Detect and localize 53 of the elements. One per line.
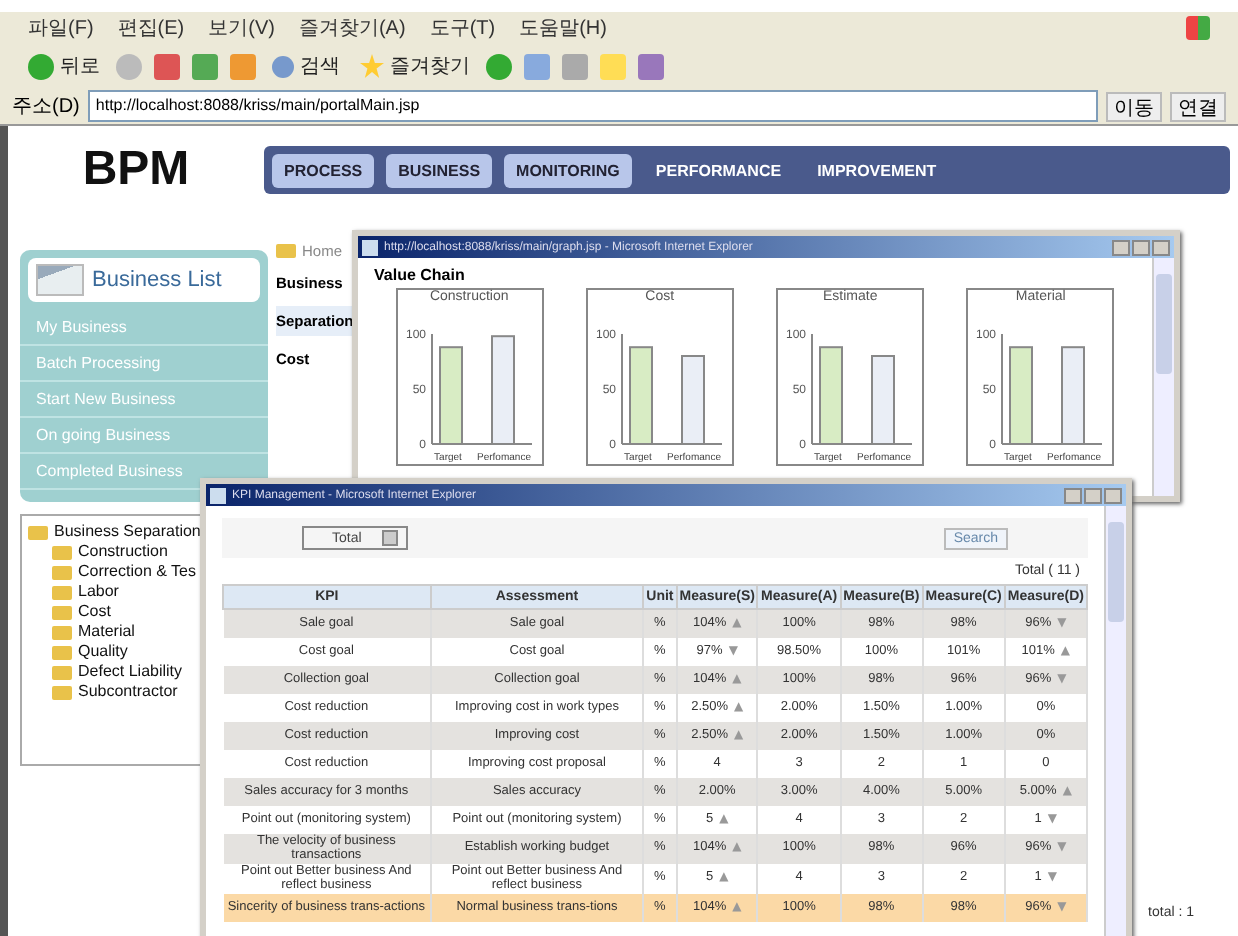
- tree-item[interactable]: Correction & Tes: [78, 562, 196, 582]
- address-field[interactable]: http://localhost:8088/kriss/main/portalMain.jsp: [87, 90, 1098, 122]
- bar: [628, 346, 653, 445]
- menu-item[interactable]: 편집(E): [117, 14, 185, 42]
- nav-tab[interactable]: MONITORING: [504, 153, 632, 187]
- close-button[interactable]: [1104, 487, 1122, 503]
- bar: [871, 355, 896, 445]
- address-label: 주소(D): [12, 94, 80, 120]
- bar: [680, 355, 705, 445]
- maximize-button[interactable]: [1132, 239, 1150, 255]
- minimize-button[interactable]: [1112, 239, 1130, 255]
- y-axis: [1001, 333, 1004, 445]
- nav-tab[interactable]: PERFORMANCE: [643, 153, 794, 187]
- y-axis: [811, 333, 814, 445]
- nav-tab[interactable]: IMPROVEMENT: [805, 153, 949, 187]
- folder-icon: [276, 244, 296, 258]
- minimize-button[interactable]: [1064, 487, 1082, 503]
- logo: BPM: [80, 142, 192, 198]
- menu-item[interactable]: 파일(F): [28, 14, 94, 42]
- bar: [490, 335, 515, 445]
- bar: [819, 346, 844, 445]
- menu-item[interactable]: 도움말(H): [519, 14, 607, 42]
- section-heading: Value Chain: [374, 266, 467, 284]
- tree-item[interactable]: Cost: [78, 602, 111, 622]
- scrollbar[interactable]: [1104, 506, 1126, 936]
- page-icon: [362, 239, 378, 255]
- tree-item[interactable]: Subcontractor: [78, 682, 178, 702]
- tree-item[interactable]: Construction: [78, 542, 168, 562]
- menu-item[interactable]: 즐겨찾기(A): [298, 14, 406, 42]
- bar: [1009, 346, 1034, 445]
- back-button[interactable]: 뒤로: [24, 52, 104, 80]
- y-axis: [430, 333, 433, 445]
- close-button[interactable]: [1152, 239, 1170, 255]
- go-button[interactable]: 이동: [1106, 91, 1162, 121]
- maximize-button[interactable]: [1084, 487, 1102, 503]
- bar: [1061, 346, 1086, 445]
- menu-item[interactable]: 보기(V): [208, 14, 275, 42]
- page-icon: [210, 487, 226, 503]
- y-axis: [620, 333, 623, 445]
- tree-item[interactable]: Labor: [78, 582, 119, 602]
- panel-title: Business List: [92, 268, 222, 292]
- tree-item[interactable]: Material: [78, 622, 135, 642]
- tree-item[interactable]: Business Separation: [54, 522, 201, 542]
- scrollbar[interactable]: [1152, 258, 1174, 496]
- nav-tab[interactable]: BUSINESS: [386, 153, 493, 187]
- search-button[interactable]: 검색: [268, 52, 344, 80]
- tree-item[interactable]: Quality: [78, 642, 128, 662]
- bar: [438, 346, 463, 445]
- links-button[interactable]: 연결: [1170, 91, 1226, 121]
- favorites-button[interactable]: 즐겨찾기: [356, 52, 474, 80]
- nav-tab[interactable]: PROCESS: [272, 153, 375, 187]
- tree-item[interactable]: Defect Liability: [78, 662, 183, 682]
- menu-item[interactable]: 도구(T): [429, 14, 496, 42]
